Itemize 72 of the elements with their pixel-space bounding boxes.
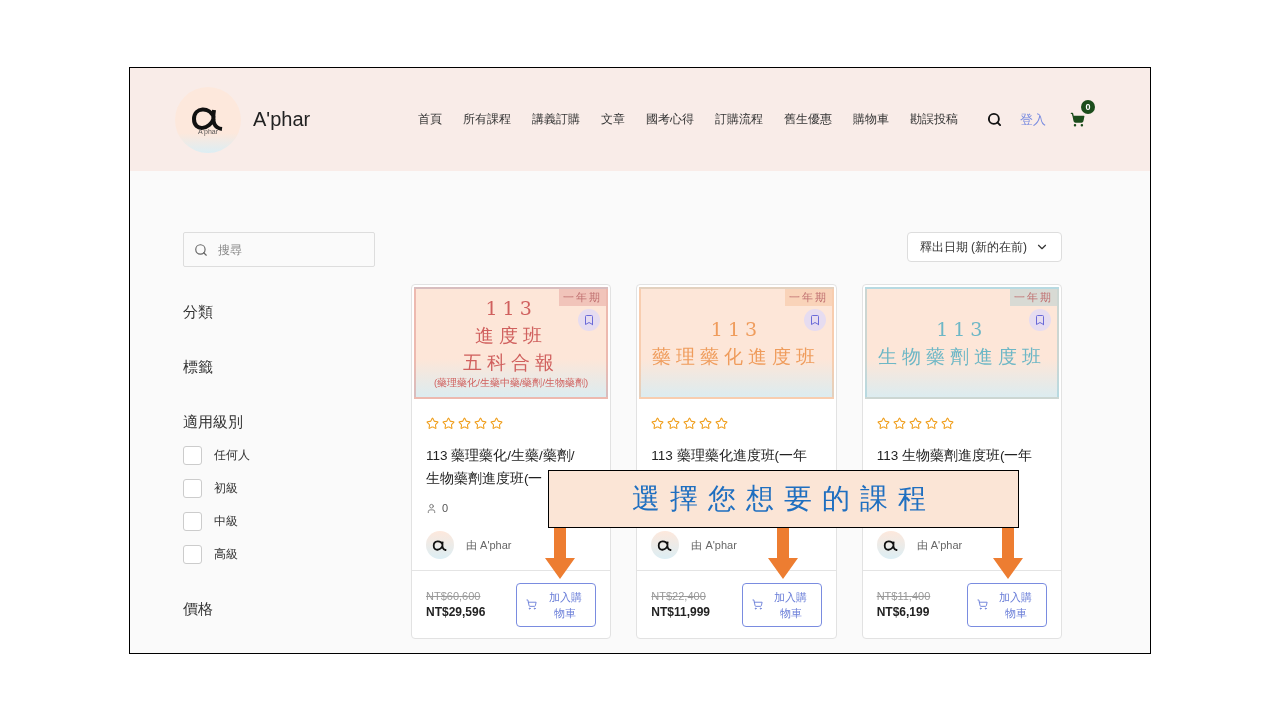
nav-link[interactable]: 講義訂購 [532, 111, 580, 128]
bookmark-icon [583, 314, 596, 326]
sale-price: NT$29,596 [426, 605, 486, 619]
search-icon[interactable] [987, 112, 1002, 127]
filter-heading: 價格 [183, 599, 214, 619]
course-title[interactable]: 生物藥劑進度班(一 [426, 467, 543, 490]
search-icon [194, 242, 208, 257]
checkbox-label: 任何人 [214, 447, 250, 464]
checkbox-label: 高級 [214, 546, 238, 563]
nav-link[interactable]: 所有課程 [463, 111, 511, 128]
nav-link[interactable]: 首頁 [418, 111, 442, 128]
nav-link[interactable]: 勘誤投稿 [910, 111, 958, 128]
alpha-logo-icon [881, 538, 900, 552]
filter-heading: 標籤 [183, 357, 214, 377]
checkbox[interactable] [183, 545, 202, 564]
cart-icon[interactable] [1070, 112, 1085, 127]
student-count: 0 [442, 502, 449, 514]
filter-heading: 分類 [183, 302, 214, 322]
checkbox[interactable] [183, 512, 202, 531]
alpha-logo-icon [431, 538, 449, 552]
site-name: A'phar [253, 108, 312, 131]
search-field[interactable]: 搜尋 [183, 232, 375, 267]
banner-text: 113 [485, 296, 537, 321]
course-title[interactable]: 113 生物藥劑進度班(一年 [876, 444, 1033, 467]
sale-price: NT$11,999 [651, 605, 711, 619]
nav-link[interactable]: 舊生優惠 [784, 111, 832, 128]
add-to-cart-button[interactable]: 加入購物車 [741, 582, 822, 627]
checkbox-label: 初級 [214, 480, 238, 497]
author-name: 由 A'phar [466, 537, 512, 553]
bookmark-button[interactable] [578, 309, 601, 331]
banner-text: 五科合報 [463, 350, 560, 375]
add-to-cart-button[interactable]: 加入購物車 [967, 582, 1047, 627]
duration-badge: 一年期 [1010, 289, 1057, 306]
bookmark-icon [1034, 314, 1046, 326]
sale-price: NT$6,199 [876, 605, 931, 619]
banner-text: 進度班 [475, 323, 548, 348]
sort-dropdown[interactable]: 釋出日期 (新的在前) [906, 232, 1062, 262]
checkbox-label: 中級 [214, 513, 238, 530]
original-price: NT$22,400 [651, 590, 707, 602]
banner-text: 113 [710, 317, 763, 342]
cart-icon [526, 599, 538, 610]
bookmark-button[interactable] [803, 309, 826, 331]
banner-text: 藥理藥化進度班 [652, 344, 821, 369]
nav-link[interactable]: 文章 [601, 111, 625, 128]
arrow-icon [544, 528, 576, 580]
banner-note: (藥理藥化/生藥中藥/藥劑/生物藥劑) [434, 377, 589, 390]
callout-text: 選擇您想要的課程 [631, 481, 936, 517]
cart-count: 0 [1081, 100, 1095, 114]
filter-heading: 適用級別 [183, 412, 244, 432]
bookmark-icon [808, 314, 821, 326]
original-price: NT$11,400 [876, 590, 931, 602]
bookmark-button[interactable] [1029, 309, 1051, 331]
arrow-icon [767, 528, 799, 580]
course-title[interactable]: 113 藥理藥化/生藥/藥劑/ [426, 444, 575, 467]
author-name: 由 A'phar [916, 537, 963, 553]
cart-icon [977, 599, 988, 610]
checkbox[interactable] [183, 446, 202, 465]
duration-badge: 一年期 [784, 289, 832, 306]
nav-link[interactable]: 訂購流程 [715, 111, 763, 128]
person-icon [426, 502, 437, 514]
banner-text: 113 [936, 317, 988, 342]
arrow-icon [992, 528, 1024, 580]
nav-link[interactable]: 國考心得 [646, 111, 694, 128]
checkbox[interactable] [183, 479, 202, 498]
course-title[interactable]: 113 藥理藥化進度班(一年 [651, 444, 808, 467]
author-name: 由 A'phar [691, 537, 737, 553]
search-input[interactable]: 搜尋 [216, 241, 360, 258]
banner-text: 生物藥劑進度班 [877, 344, 1046, 369]
add-to-cart-button[interactable]: 加入購物車 [516, 582, 597, 627]
nav-link[interactable]: 購物車 [853, 111, 889, 128]
original-price: NT$60,600 [426, 590, 482, 602]
cart-icon [751, 599, 763, 610]
